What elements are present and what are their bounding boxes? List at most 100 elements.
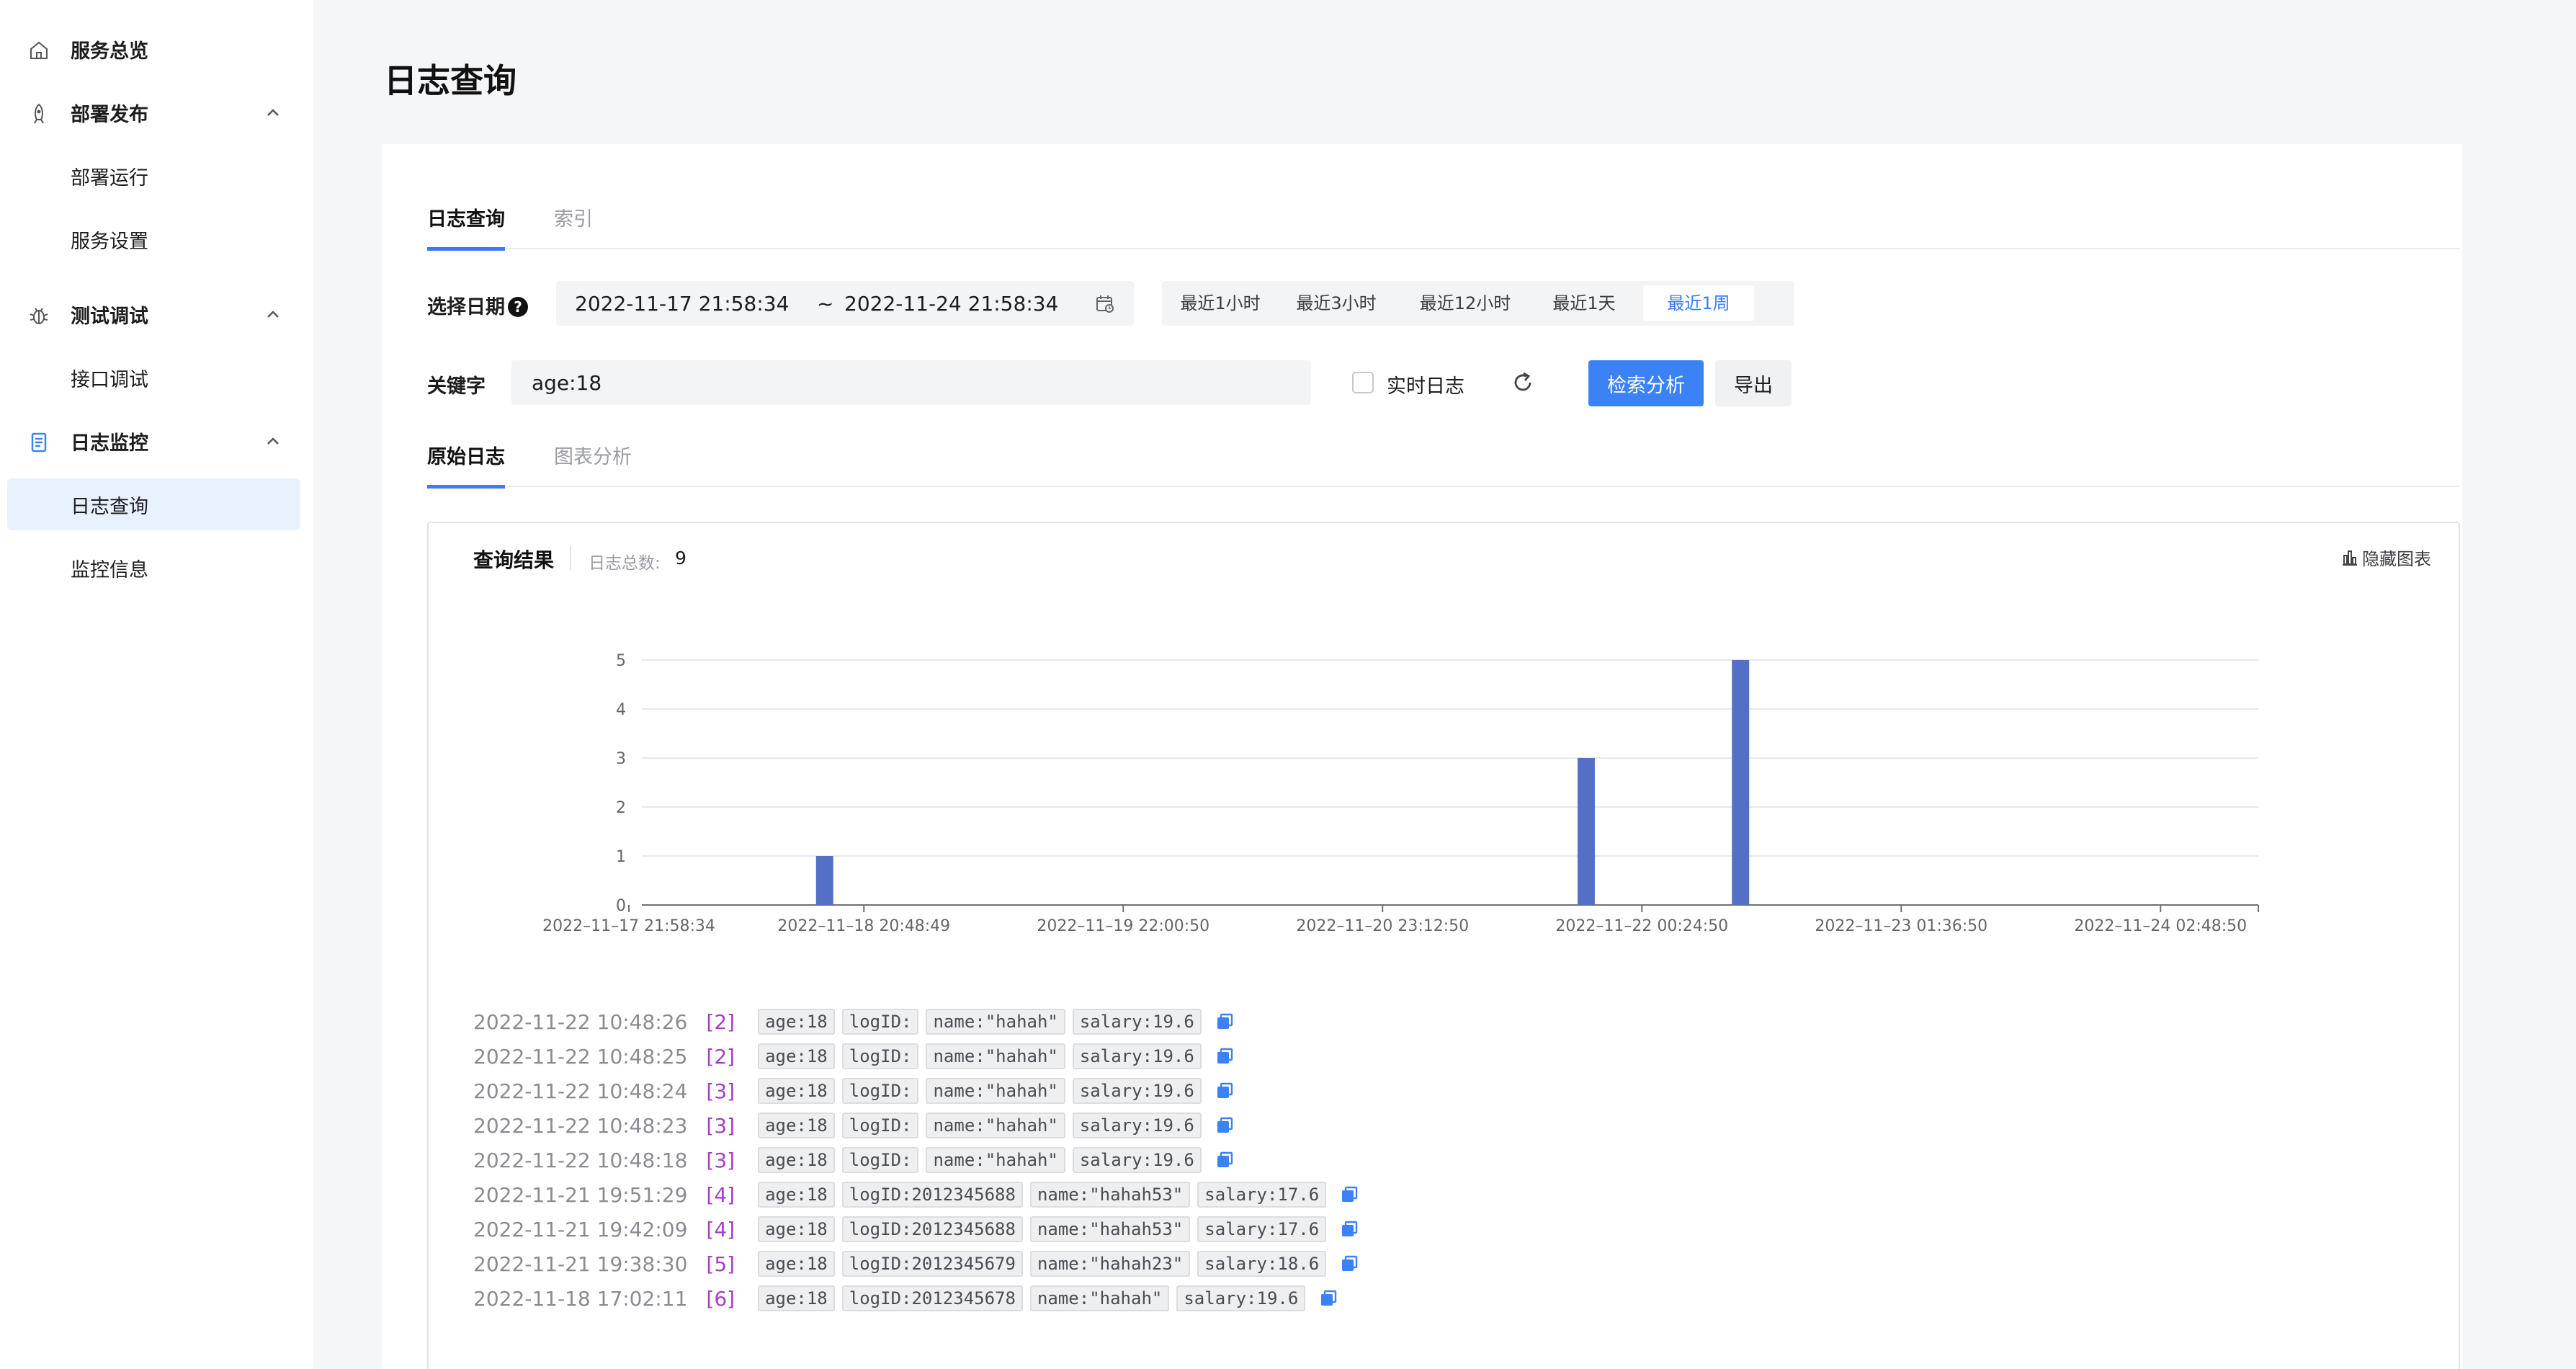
- copy-icon[interactable]: [1339, 1254, 1359, 1274]
- log-field-tag[interactable]: logID:2012345688: [841, 1182, 1023, 1208]
- date-range-picker[interactable]: 2022-11-17 21:58:34 ~ 2022-11-24 21:58:3…: [556, 281, 1134, 326]
- log-field-tag[interactable]: age:18: [758, 1182, 835, 1208]
- sidebar-item-monitor-info[interactable]: 监控信息: [7, 542, 300, 594]
- date-start[interactable]: 2022-11-17 21:58:34: [575, 292, 789, 316]
- log-index: [6]: [706, 1286, 735, 1311]
- quick-range-3h[interactable]: 最近3小时: [1283, 285, 1390, 321]
- log-field-tag[interactable]: name:"hahah": [926, 1112, 1065, 1138]
- log-timestamp: 2022-11-22 10:48:23: [473, 1113, 688, 1138]
- copy-icon[interactable]: [1339, 1185, 1359, 1205]
- help-icon[interactable]: ?: [508, 297, 528, 317]
- log-field-tag[interactable]: age:18: [758, 1251, 835, 1277]
- log-timestamp: 2022-11-22 10:48:18: [473, 1148, 688, 1172]
- sidebar-item-label: 日志查询: [71, 495, 148, 518]
- chevron-up-icon[interactable]: [265, 105, 281, 121]
- log-field-tag[interactable]: name:"hahah": [926, 1009, 1065, 1035]
- chevron-up-icon[interactable]: [265, 434, 281, 450]
- sidebar-item-label: 接口调试: [71, 368, 148, 391]
- log-row: 2022-11-22 10:48:25 [2] age:18 logID: name:"…: [473, 1042, 1235, 1071]
- log-field-tag[interactable]: name:"hahah53": [1029, 1216, 1191, 1242]
- quick-range-1h[interactable]: 最近1小时: [1171, 285, 1270, 321]
- realtime-label[interactable]: 实时日志: [1387, 370, 1464, 398]
- y-tick-label: 5: [616, 652, 626, 670]
- log-field-tag[interactable]: logID:: [841, 1043, 919, 1069]
- quick-range-1d[interactable]: 最近1天: [1539, 285, 1629, 321]
- refresh-icon[interactable]: [1511, 370, 1535, 395]
- log-field-tag[interactable]: salary:19.6: [1072, 1043, 1202, 1069]
- log-field-tag[interactable]: name:"hahah": [926, 1043, 1065, 1069]
- log-field-tag[interactable]: logID:2012345679: [841, 1251, 1023, 1277]
- log-field-tag[interactable]: age:18: [758, 1078, 835, 1104]
- log-field-tag[interactable]: age:18: [758, 1285, 835, 1311]
- log-timestamp: 2022-11-21 19:42:09: [473, 1217, 688, 1241]
- sidebar-item-api-debug[interactable]: 接口调试: [7, 352, 300, 403]
- log-field-tag[interactable]: salary:19.6: [1072, 1009, 1202, 1035]
- log-field-tag[interactable]: name:"hahah": [926, 1147, 1065, 1173]
- log-row: 2022-11-18 17:02:11 [6] age:18 logID:201234…: [473, 1284, 1338, 1313]
- copy-icon[interactable]: [1215, 1046, 1235, 1066]
- sidebar-item-deploy-run[interactable]: 部署运行: [7, 150, 300, 202]
- log-field-tag[interactable]: age:18: [758, 1043, 835, 1069]
- log-field-tag[interactable]: name:"hahah23": [1029, 1251, 1191, 1277]
- log-field-tag[interactable]: logID:2012345688: [841, 1216, 1023, 1242]
- date-label-group: 选择日期?: [427, 291, 528, 319]
- log-field-tag[interactable]: salary:19.6: [1072, 1147, 1202, 1173]
- tab-index[interactable]: 索引: [554, 202, 593, 249]
- keyword-input[interactable]: [511, 360, 1311, 405]
- log-field-tag[interactable]: salary:19.6: [1176, 1285, 1306, 1311]
- quick-range-1w[interactable]: 最近1周: [1643, 285, 1754, 321]
- copy-icon[interactable]: [1215, 1150, 1235, 1170]
- log-field-tag[interactable]: age:18: [758, 1112, 835, 1138]
- sidebar-item-deploy-release[interactable]: 部署发布: [7, 86, 300, 138]
- log-field-tag[interactable]: logID:: [841, 1078, 919, 1104]
- log-timestamp: 2022-11-22 10:48:25: [473, 1044, 688, 1069]
- sidebar-item-service-settings[interactable]: 服务设置: [7, 213, 300, 265]
- copy-icon[interactable]: [1215, 1115, 1235, 1136]
- log-field-tag[interactable]: salary:17.6: [1197, 1182, 1327, 1208]
- log-field-tag[interactable]: age:18: [758, 1216, 835, 1242]
- log-field-tag[interactable]: logID:: [841, 1112, 919, 1138]
- x-tick-label: 2022–11–19 22:00:50: [1037, 917, 1209, 935]
- log-field-tag[interactable]: name:"hahah": [926, 1078, 1065, 1104]
- sidebar-item-test-debug[interactable]: 测试调试: [7, 288, 300, 340]
- y-tick-label: 0: [616, 897, 626, 915]
- tab-chart-analysis[interactable]: 图表分析: [554, 440, 632, 487]
- export-button[interactable]: 导出: [1715, 360, 1792, 406]
- log-field-tag[interactable]: salary:17.6: [1197, 1216, 1327, 1242]
- log-field-tag[interactable]: salary:18.6: [1197, 1251, 1327, 1277]
- copy-icon[interactable]: [1215, 1081, 1235, 1101]
- keyword-label: 关键字: [427, 375, 486, 398]
- log-field-tag[interactable]: name:"hahah53": [1029, 1182, 1191, 1208]
- log-field-tag[interactable]: age:18: [758, 1009, 835, 1035]
- chart-bar: [1732, 660, 1750, 905]
- sidebar-item-label: 部署运行: [71, 166, 148, 189]
- log-field-tag[interactable]: age:18: [758, 1147, 835, 1173]
- log-query-card: 日志查询 索引 选择日期? 2022-11-17 21:58:34 ~ 2022…: [382, 144, 2462, 1369]
- sidebar-item-log-query[interactable]: 日志查询: [7, 478, 300, 530]
- log-field-tag[interactable]: salary:19.6: [1072, 1078, 1202, 1104]
- copy-icon[interactable]: [1339, 1219, 1359, 1239]
- log-field-tag[interactable]: logID:: [841, 1147, 919, 1173]
- copy-icon[interactable]: [1318, 1288, 1338, 1308]
- x-tick-label: 2022–11–17 21:58:34: [542, 917, 715, 935]
- log-field-tag[interactable]: logID:2012345678: [841, 1285, 1023, 1311]
- log-index: [2]: [706, 1044, 735, 1069]
- y-tick-label: 1: [616, 848, 626, 866]
- tab-raw-logs[interactable]: 原始日志: [427, 440, 505, 489]
- realtime-checkbox[interactable]: [1352, 372, 1374, 393]
- copy-icon[interactable]: [1215, 1012, 1235, 1032]
- sidebar-item-log-monitor[interactable]: 日志监控: [7, 415, 300, 467]
- quick-range-12h[interactable]: 最近12小时: [1404, 285, 1526, 321]
- log-field-tag[interactable]: logID:: [841, 1009, 919, 1035]
- date-separator: ~: [817, 292, 834, 316]
- calendar-icon[interactable]: [1095, 294, 1115, 314]
- search-analyze-button[interactable]: 检索分析: [1588, 360, 1704, 406]
- sidebar: 服务总览 部署发布 部署运行 服务设置 测试调试 接口调试 日志监控 日志查询 …: [0, 0, 313, 1369]
- log-field-tag[interactable]: salary:19.6: [1072, 1112, 1202, 1138]
- chevron-up-icon[interactable]: [265, 307, 281, 323]
- tab-log-query[interactable]: 日志查询: [427, 202, 505, 251]
- log-field-tag[interactable]: name:"hahah": [1029, 1285, 1170, 1311]
- y-tick-label: 2: [616, 799, 626, 817]
- date-end[interactable]: 2022-11-24 21:58:34: [844, 292, 1058, 316]
- sidebar-item-service-overview[interactable]: 服务总览: [7, 23, 300, 75]
